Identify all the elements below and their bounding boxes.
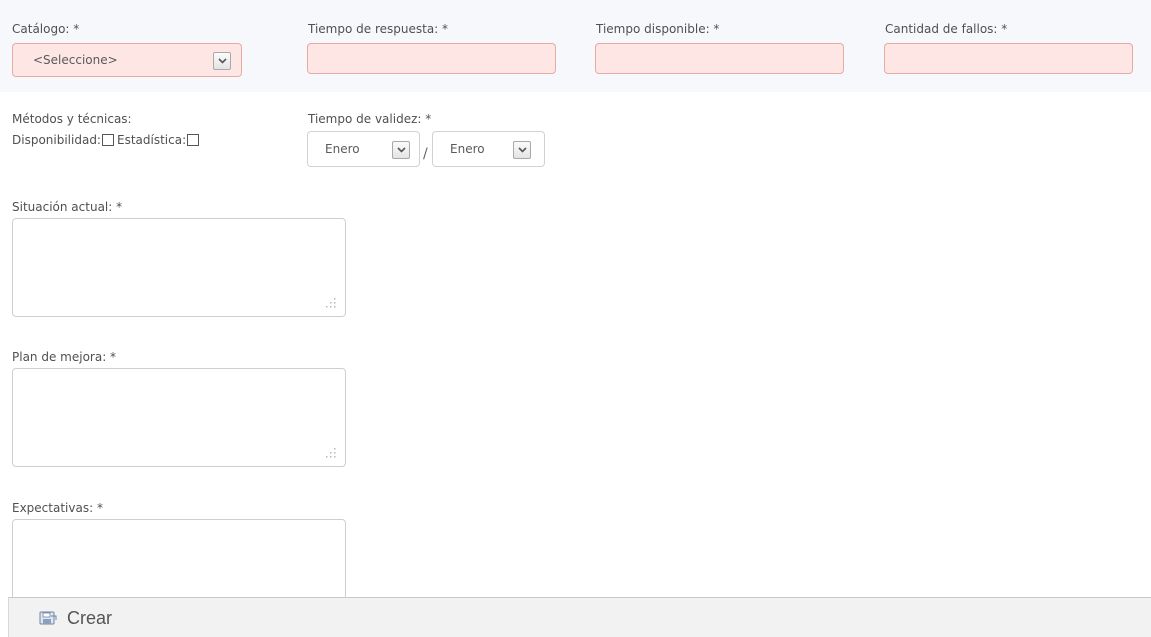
tiempo-respuesta-input[interactable] xyxy=(307,43,556,74)
catalogo-select[interactable]: <Seleccione> xyxy=(12,43,242,77)
estadistica-label: Estadística: xyxy=(116,133,187,147)
chevron-down-icon[interactable] xyxy=(213,52,231,70)
expectativas-label: Expectativas: * xyxy=(12,501,103,515)
situacion-actual-textarea[interactable] xyxy=(12,218,346,317)
catalogo-label: Catálogo: * xyxy=(12,22,80,36)
disponibilidad-checkbox[interactable] xyxy=(101,134,114,146)
footer-toolbar: Crear xyxy=(8,597,1151,637)
save-icon xyxy=(39,611,57,625)
validez-from-select[interactable]: Enero xyxy=(307,131,420,167)
chevron-down-icon[interactable] xyxy=(392,141,410,159)
validez-from-value: Enero xyxy=(325,142,360,156)
plan-mejora-textarea[interactable] xyxy=(12,368,346,467)
create-button-label: Crear xyxy=(67,607,113,628)
cantidad-fallos-label: Cantidad de fallos: * xyxy=(885,22,1008,36)
validez-separator: / xyxy=(423,146,428,162)
tiempo-validez-label: Tiempo de validez: * xyxy=(308,112,432,126)
plan-mejora-label: Plan de mejora: * xyxy=(12,350,117,364)
metodos-label: Métodos y técnicas: xyxy=(12,112,132,126)
tiempo-respuesta-label: Tiempo de respuesta: * xyxy=(308,22,449,36)
tiempo-disponible-input[interactable] xyxy=(595,43,844,74)
situacion-actual-label: Situación actual: * xyxy=(12,200,123,214)
metodos-options: Disponibilidad: Estadística: xyxy=(12,133,202,148)
create-button[interactable]: Crear xyxy=(39,606,112,630)
catalogo-selected-value: <Seleccione> xyxy=(33,53,118,67)
cantidad-fallos-input[interactable] xyxy=(884,43,1133,74)
validez-to-select[interactable]: Enero xyxy=(432,131,545,167)
resize-grip-icon[interactable] xyxy=(326,298,336,308)
chevron-down-icon[interactable] xyxy=(513,141,531,159)
estadistica-checkbox[interactable] xyxy=(187,134,200,146)
validez-to-value: Enero xyxy=(450,142,485,156)
tiempo-disponible-label: Tiempo disponible: * xyxy=(596,22,720,36)
resize-grip-icon[interactable] xyxy=(326,448,336,458)
disponibilidad-label: Disponibilidad: xyxy=(12,133,101,147)
